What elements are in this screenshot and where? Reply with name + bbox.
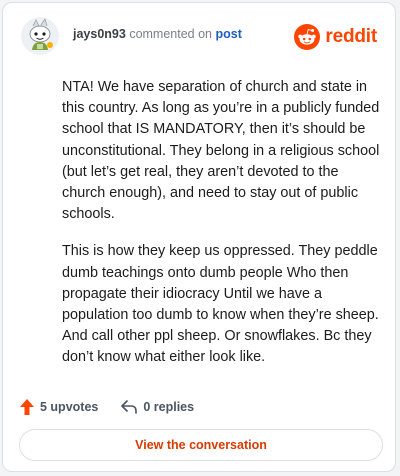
comment-card: jays0n93 commented on post reddit NTA! W… [2,2,396,472]
reddit-snoo-icon [294,24,321,50]
replies-label: 0 replies [143,400,195,414]
reply-arrow-icon [121,400,138,414]
replies-button[interactable]: 0 replies [120,399,194,415]
comment-paragraph: This is how they keep us oppressed. They… [62,243,379,366]
upvotes-button[interactable]: 5 upvotes [19,398,98,416]
reddit-brand[interactable]: reddit [294,24,377,50]
post-link[interactable]: post [215,27,241,41]
comment-meta: jays0n93 commented on post [73,27,242,41]
view-conversation-button[interactable]: View the conversation [19,429,383,461]
brand-name: reddit [325,26,377,47]
view-conversation-label: View the conversation [135,438,267,452]
upvote-arrow-icon [20,399,34,415]
comment-paragraph: NTA! We have separation of church and st… [62,79,380,223]
comment-body: NTA! We have separation of church and st… [62,77,380,385]
comment-header: jays0n93 commented on post reddit [15,13,381,59]
username-link[interactable]: jays0n93 [73,27,126,41]
commented-on-text: commented on [129,27,212,41]
comment-actions: 5 upvotes 0 replies [19,396,216,418]
upvotes-label: 5 upvotes [40,400,99,414]
snoo-avatar-icon[interactable] [21,17,59,55]
